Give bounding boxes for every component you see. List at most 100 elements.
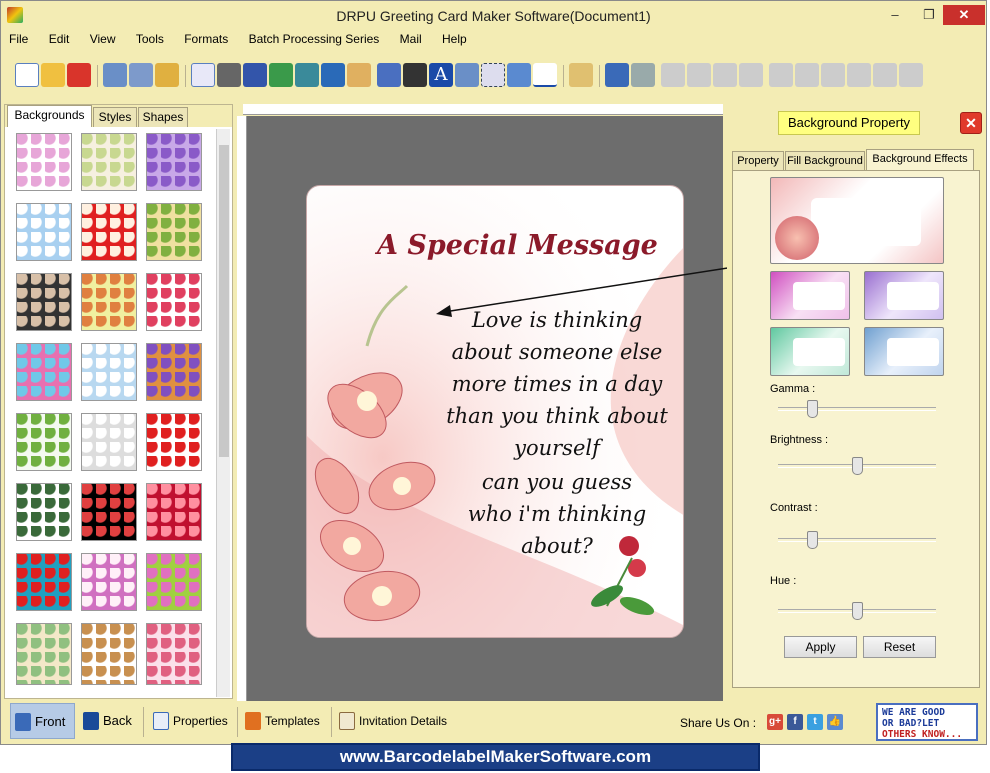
arrow-left-icon[interactable] xyxy=(769,63,793,87)
menu-file[interactable]: File xyxy=(9,32,28,46)
save-icon[interactable] xyxy=(103,63,127,87)
hue-slider[interactable] xyxy=(778,602,936,620)
card-line[interactable]: who i'm thinking xyxy=(427,502,683,526)
database-icon[interactable] xyxy=(569,63,593,87)
word-art-icon[interactable] xyxy=(455,63,479,87)
barcode-icon[interactable] xyxy=(377,63,401,87)
properties-icon[interactable] xyxy=(191,63,215,87)
invitation-details-button[interactable]: Invitation Details xyxy=(335,703,465,739)
brightness-slider[interactable] xyxy=(778,457,936,475)
close-button[interactable]: ✕ xyxy=(943,5,985,25)
picture-icon[interactable] xyxy=(347,63,371,87)
effect-preset-violet[interactable] xyxy=(864,271,944,320)
menu-mail[interactable]: Mail xyxy=(400,32,422,46)
card-line[interactable]: more times in a day xyxy=(427,372,683,396)
close-doc-icon[interactable] xyxy=(67,63,91,87)
menu-batch-processing[interactable]: Batch Processing Series xyxy=(249,32,380,46)
export-icon[interactable] xyxy=(155,63,179,87)
arrow-down-icon[interactable] xyxy=(899,63,923,87)
slider-thumb[interactable] xyxy=(807,531,819,549)
save-as-icon[interactable] xyxy=(129,63,153,87)
background-thumbnail[interactable] xyxy=(16,273,72,331)
image-icon[interactable] xyxy=(295,63,319,87)
cut-icon[interactable] xyxy=(661,63,685,87)
background-thumbnail[interactable] xyxy=(81,483,137,541)
redo-icon[interactable] xyxy=(631,63,655,87)
back-button[interactable]: Back xyxy=(79,703,139,739)
effect-preset-blue[interactable] xyxy=(864,327,944,376)
card-line[interactable]: yourself xyxy=(427,436,683,460)
tab-fill-background[interactable]: Fill Background xyxy=(785,151,865,171)
card-line[interactable]: can you guess xyxy=(427,470,683,494)
tab-shapes[interactable]: Shapes xyxy=(138,107,188,127)
background-thumbnail[interactable] xyxy=(16,203,72,261)
front-button[interactable]: Front xyxy=(10,703,75,739)
card-line[interactable]: than you think about xyxy=(427,404,683,428)
card-line[interactable]: about someone else xyxy=(427,340,683,364)
pencil-icon[interactable] xyxy=(321,63,345,87)
menu-tools[interactable]: Tools xyxy=(136,32,164,46)
contrast-slider[interactable] xyxy=(778,531,936,549)
background-thumbnail[interactable] xyxy=(146,343,202,401)
google-plus-icon[interactable]: g+ xyxy=(767,714,783,730)
lock-icon[interactable] xyxy=(739,63,763,87)
like-icon[interactable]: 👍 xyxy=(827,714,843,730)
background-thumbnail[interactable] xyxy=(81,623,137,685)
card-line[interactable]: about? xyxy=(427,534,683,558)
tab-backgrounds[interactable]: Backgrounds xyxy=(7,105,92,127)
new-icon[interactable] xyxy=(15,63,39,87)
crop-icon[interactable] xyxy=(269,63,293,87)
tab-background-effects[interactable]: Background Effects xyxy=(866,149,974,171)
panel-close-button[interactable]: ✕ xyxy=(960,112,982,134)
text-icon[interactable]: A xyxy=(429,63,453,87)
align-icon[interactable] xyxy=(873,63,897,87)
menu-view[interactable]: View xyxy=(90,32,116,46)
background-thumbnail[interactable] xyxy=(81,343,137,401)
feedback-badge[interactable]: WE ARE GOOD OR BAD?LET OTHERS KNOW... xyxy=(876,703,978,741)
background-thumbnail[interactable] xyxy=(81,273,137,331)
effect-preset-green[interactable] xyxy=(770,327,850,376)
background-thumbnail[interactable] xyxy=(16,483,72,541)
undo-icon[interactable] xyxy=(605,63,629,87)
background-thumbnail[interactable] xyxy=(81,553,137,611)
background-thumbnail[interactable] xyxy=(81,413,137,471)
background-thumbnail[interactable] xyxy=(146,483,202,541)
background-thumbnail[interactable] xyxy=(146,273,202,331)
signature-icon[interactable] xyxy=(481,63,505,87)
restore-button[interactable]: ❐ xyxy=(915,5,943,25)
menu-edit[interactable]: Edit xyxy=(49,32,70,46)
vertical-scrollbar[interactable] xyxy=(216,129,230,697)
paste-icon[interactable] xyxy=(713,63,737,87)
background-thumbnail[interactable] xyxy=(16,623,72,685)
background-thumbnail[interactable] xyxy=(16,553,72,611)
effect-preset-magenta[interactable] xyxy=(770,271,850,320)
background-thumbnail[interactable] xyxy=(146,623,202,685)
barcode-2-icon[interactable] xyxy=(403,63,427,87)
background-thumbnail[interactable] xyxy=(146,203,202,261)
background-thumbnail[interactable] xyxy=(81,203,137,261)
twitter-icon[interactable]: t xyxy=(807,714,823,730)
apply-button[interactable]: Apply xyxy=(784,636,857,658)
slider-thumb[interactable] xyxy=(851,602,863,620)
print-icon[interactable] xyxy=(217,63,241,87)
menu-help[interactable]: Help xyxy=(442,32,467,46)
background-thumbnail[interactable] xyxy=(81,133,137,191)
background-thumbnail[interactable] xyxy=(146,133,202,191)
properties-button[interactable]: Properties xyxy=(149,703,235,739)
copy-icon[interactable] xyxy=(687,63,711,87)
minimize-button[interactable]: – xyxy=(881,5,909,25)
arrow-up-icon[interactable] xyxy=(847,63,871,87)
reset-button[interactable]: Reset xyxy=(863,636,936,658)
tab-property[interactable]: Property xyxy=(732,151,784,171)
templates-button[interactable]: Templates xyxy=(241,703,329,739)
mail-icon[interactable] xyxy=(507,63,531,87)
arrow-right-icon[interactable] xyxy=(821,63,845,87)
menu-formats[interactable]: Formats xyxy=(184,32,228,46)
layers-icon[interactable] xyxy=(243,63,267,87)
slider-thumb[interactable] xyxy=(851,457,863,475)
gamma-slider[interactable] xyxy=(778,400,936,418)
flip-icon[interactable] xyxy=(795,63,819,87)
facebook-icon[interactable]: f xyxy=(787,714,803,730)
background-thumbnail[interactable] xyxy=(16,343,72,401)
background-thumbnail[interactable] xyxy=(16,413,72,471)
